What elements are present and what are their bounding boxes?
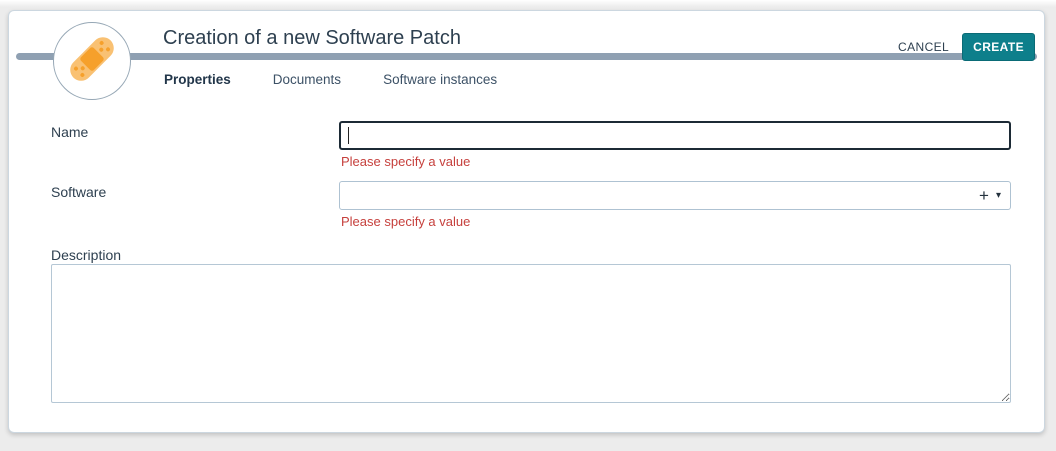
description-textarea[interactable] — [51, 264, 1011, 403]
header-accent-bar — [16, 53, 1037, 60]
name-error-message: Please specify a value — [341, 154, 470, 169]
text-cursor — [348, 127, 349, 144]
page-title: Creation of a new Software Patch — [163, 27, 461, 50]
name-label: Name — [51, 124, 88, 140]
tab-documents[interactable]: Documents — [265, 68, 349, 91]
software-label: Software — [51, 184, 106, 200]
avatar — [53, 22, 131, 100]
plus-icon[interactable]: + — [979, 187, 989, 204]
creation-form-card: Creation of a new Software Patch CANCEL … — [8, 10, 1045, 433]
create-button[interactable]: CREATE — [962, 33, 1035, 61]
software-input[interactable] — [340, 182, 979, 209]
tab-software-instances[interactable]: Software instances — [375, 68, 505, 91]
caret-down-icon[interactable]: ▾ — [996, 191, 1001, 201]
top-page-shadow — [0, 0, 1056, 7]
name-input[interactable] — [339, 121, 1011, 150]
header-actions: CANCEL CREATE — [898, 33, 1035, 61]
description-label: Description — [51, 247, 121, 263]
tab-bar: Properties Documents Software instances — [156, 68, 505, 91]
bandage-icon — [63, 30, 121, 93]
software-error-message: Please specify a value — [341, 214, 470, 229]
name-input-wrap — [339, 121, 1011, 150]
software-select-field[interactable]: + ▾ — [339, 181, 1011, 210]
software-field-icons: + ▾ — [979, 187, 1010, 204]
tab-properties[interactable]: Properties — [156, 68, 239, 91]
cancel-button[interactable]: CANCEL — [898, 40, 949, 54]
